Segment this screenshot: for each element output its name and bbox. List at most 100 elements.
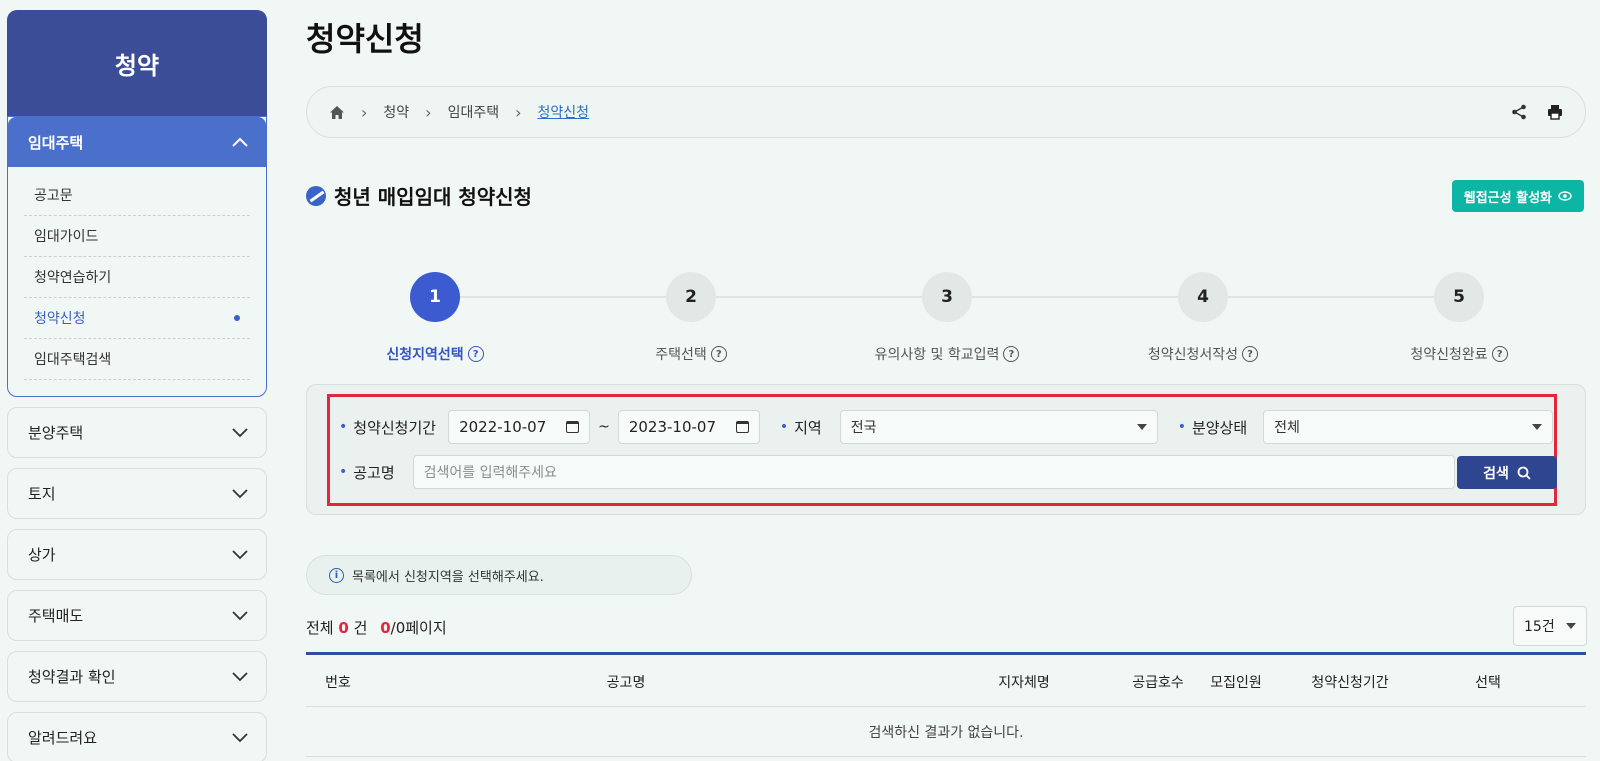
header-period: 청약신청기간 (1311, 675, 1389, 691)
sidebar-section-sale[interactable]: 분양주택 (7, 407, 267, 458)
per-page-select[interactable]: 15건 (1513, 606, 1587, 646)
header-number: 번호 (325, 675, 351, 691)
sidebar-item-label: 청약신청 (34, 311, 86, 327)
breadcrumb-current[interactable]: 청약신청 (538, 102, 590, 122)
chevron-up-icon (232, 137, 248, 147)
step-label: 주택선택 (655, 347, 707, 363)
header-local-gov: 지자체명 (998, 675, 1050, 691)
help-icon[interactable]: ? (710, 346, 727, 362)
print-icon[interactable] (1547, 104, 1563, 120)
step-5: 5 청약신청완료? (1359, 272, 1559, 364)
page-title: 청약신청 (306, 20, 424, 58)
step-label: 청약신청완료 (1410, 347, 1488, 363)
result-count: 전체 0 건 0/0페이지 (306, 617, 447, 638)
sidebar-title: 청약 (7, 10, 267, 118)
sidebar-item-practice[interactable]: 청약연습하기 (24, 257, 250, 298)
info-icon: i (329, 567, 344, 583)
calendar-icon[interactable] (735, 421, 749, 433)
count-prefix: 전체 (306, 619, 334, 637)
sidebar-item-notice[interactable]: 공고문 (24, 175, 250, 216)
breadcrumb-item[interactable]: 임대주택 (448, 102, 500, 122)
sidebar-section-rental-toggle[interactable]: 임대주택 (8, 117, 266, 167)
help-icon[interactable]: ? (467, 346, 484, 362)
search-button[interactable]: 검색 (1457, 456, 1557, 489)
breadcrumb-item[interactable]: 청약 (383, 102, 409, 122)
status-select[interactable]: 전체 (1263, 410, 1554, 444)
status-label: 분양상태 (1178, 417, 1247, 438)
sidebar-item-search[interactable]: 임대주택검색 (24, 339, 250, 380)
table-empty-row: 검색하신 결과가 없습니다. (306, 707, 1586, 757)
step-label: 신청지역선택 (386, 347, 464, 363)
sidebar-section-label: 분양주택 (28, 424, 84, 442)
caret-down-icon (1532, 424, 1543, 430)
chevron-right-icon: › (515, 102, 522, 122)
section-title: 청년 매입임대 청약신청 (306, 181, 532, 210)
notice-label: 공고명 (339, 462, 394, 483)
count-value: 0 (338, 619, 349, 637)
step-label: 청약신청서작성 (1147, 347, 1239, 363)
search-icon (1517, 466, 1531, 480)
sidebar-section-label: 알려드려요 (28, 729, 98, 747)
accessibility-button-label: 웹접근성 활성화 (1463, 190, 1552, 206)
page-total: /0페이지 (390, 619, 447, 637)
sidebar-section-house-sale[interactable]: 주택매도 (7, 590, 267, 641)
search-row-1: 청약신청기간 2022-10-07 ~ 2023-10-07 지역 전국 분양상… (339, 410, 1554, 444)
header-select: 선택 (1475, 675, 1501, 691)
help-icon[interactable]: ? (1491, 346, 1508, 362)
per-page-value: 15건 (1524, 619, 1555, 635)
region-select[interactable]: 전국 (839, 410, 1158, 444)
eye-icon (1558, 191, 1572, 201)
section-logo-icon (306, 185, 326, 206)
sidebar-section-rental: 임대주택 공고문 임대가이드 청약연습하기 청약신청 임대주택검색 (7, 116, 267, 397)
chevron-down-icon (232, 610, 248, 620)
step-3: 3 유의사항 및 학교입력? (847, 272, 1047, 364)
sidebar-section-land[interactable]: 토지 (7, 468, 267, 519)
step-number: 3 (922, 272, 972, 322)
chevron-down-icon (232, 427, 248, 437)
header-recruit: 모집인원 (1210, 675, 1262, 691)
chevron-right-icon: › (425, 102, 432, 122)
sidebar-item-label: 공고문 (34, 188, 73, 204)
period-label: 청약신청기간 (339, 417, 436, 438)
search-row-2: 공고명 검색어를 입력해주세요 (339, 455, 1455, 489)
sidebar-item-label: 임대가이드 (34, 229, 99, 245)
sidebar-section-shop[interactable]: 상가 (7, 529, 267, 580)
active-dot-icon (234, 315, 240, 321)
chevron-down-icon (232, 671, 248, 681)
region-select-value: 전국 (850, 420, 877, 436)
caret-down-icon (1566, 623, 1576, 629)
step-2: 2 주택선택? (591, 272, 791, 364)
sidebar-item-label: 임대주택검색 (34, 352, 112, 368)
step-number: 4 (1178, 272, 1228, 322)
sidebar: 청약 임대주택 공고문 임대가이드 청약연습하기 청약신청 임대주택검색 분양주… (7, 10, 267, 761)
step-number: 1 (410, 272, 460, 322)
sidebar-section-results[interactable]: 청약결과 확인 (7, 651, 267, 702)
sidebar-item-apply[interactable]: 청약신청 (24, 298, 250, 339)
header-notice: 공고명 (606, 675, 646, 691)
share-icon[interactable] (1511, 104, 1527, 120)
date-from-value: 2022-10-07 (459, 418, 547, 436)
chevron-down-icon (232, 732, 248, 742)
date-from-input[interactable]: 2022-10-07 (448, 410, 591, 444)
chevron-down-icon (232, 549, 248, 559)
notice-search-input[interactable]: 검색어를 입력해주세요 (412, 455, 1455, 489)
calendar-icon[interactable] (566, 421, 580, 433)
header-supply: 공급호수 (1132, 675, 1184, 691)
help-icon[interactable]: ? (1003, 346, 1020, 362)
chevron-right-icon: › (361, 102, 368, 122)
region-label: 지역 (780, 417, 822, 438)
date-to-input[interactable]: 2023-10-07 (617, 410, 760, 444)
help-icon[interactable]: ? (1242, 346, 1259, 362)
step-4: 4 청약신청서작성? (1103, 272, 1303, 364)
step-1: 1 신청지역선택? (335, 272, 535, 364)
section-title-text: 청년 매입임대 청약신청 (334, 185, 532, 209)
sidebar-section-label: 주택매도 (28, 607, 84, 625)
accessibility-button[interactable]: 웹접근성 활성화 (1451, 180, 1584, 212)
home-icon[interactable] (329, 105, 345, 120)
sidebar-section-label: 청약결과 확인 (28, 668, 116, 686)
sidebar-section-label: 토지 (28, 485, 56, 503)
sidebar-section-news[interactable]: 알려드려요 (7, 712, 267, 761)
sidebar-item-guide[interactable]: 임대가이드 (24, 216, 250, 257)
sidebar-item-label: 청약연습하기 (34, 270, 112, 286)
date-separator: ~ (598, 419, 610, 435)
